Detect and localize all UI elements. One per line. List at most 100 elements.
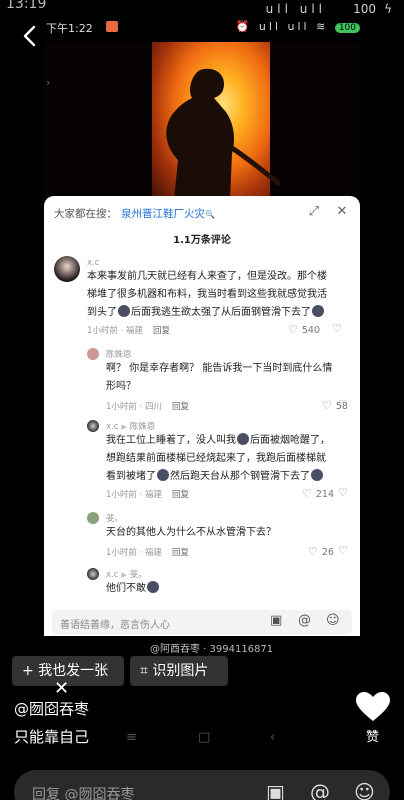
status-time: 13:19 [6,0,47,12]
trending-search[interactable]: 大家都在搜： 泉州晋江鞋厂火灾🔍 [54,206,215,221]
like-number: 214 [315,489,335,500]
reply-button[interactable]: 回复 [172,548,189,558]
like-count[interactable]: ♡ 214 [302,487,334,500]
inner-signal-icons: ⏰ ull ull ≋ [235,20,329,33]
reply-button[interactable]: 回复 [172,490,189,500]
like-label[interactable]: 赞 [366,726,379,745]
firefighter-silhouette [166,68,280,200]
at-mention-icon[interactable]: @ [310,780,330,800]
heart-outline-icon: ♡ [302,487,312,500]
reply-username: x.c [106,422,119,432]
like-number: 26 [321,547,334,558]
comment-text: 天台的其他人为什么不从水管滑下去？ [106,524,346,542]
emoji-icon [237,433,249,445]
comment-time-location: 1小时前 · 福建 [106,490,163,500]
comment-time-location: 1小时前 · 四川 [106,402,163,412]
comment-line: 我在工位上睡着了，没人叫我 后面被烟呛醒了， [106,432,354,450]
input-placeholder: 善语结善缘，恶言伤人心 [60,620,170,631]
reply-button[interactable]: 回复 [172,402,189,412]
trending-prefix: 大家都在搜： [54,208,117,220]
reply-target: 陈姝恩 [129,422,156,432]
like-number: 540 [301,325,321,336]
emoji-icon [311,469,323,481]
post-caption: 只能靠自己 [14,728,90,746]
comment-text: 啊？ 你是幸存者啊？ 能告诉我一下当时到底什么情 形吗？ [106,360,346,396]
charging-icon: ϟ [384,2,392,16]
identify-image-button[interactable]: ⌗ 识别图片 [130,656,228,686]
comment-text: 我在工位上睡着了，没人叫我 后面被烟呛醒了， 想跑结果前面楼梯已经烧起来了，我跑后… [106,432,354,486]
comment-line: 形吗？ [106,381,136,392]
comment-line-part: 然后跑天台从那个钢管滑下去了 [170,471,310,482]
at-mention-icon[interactable]: @ [298,613,311,628]
camera-app-icon [106,21,118,32]
close-icon[interactable]: ✕ [334,204,350,220]
like-heart-icon[interactable] [356,692,390,722]
comment-text: 本来事发前几天就已经有人来查了，但是没改。那个楼 梯堆了很多机器和布料，我当时看… [87,268,353,322]
watermark: @阿酉吞枣 · 3994116871 [150,644,274,655]
like-count[interactable]: ♡ 26 [308,545,334,558]
reply-button[interactable]: 回复 [153,326,170,336]
comment-count: 1.1万条评论 [173,235,231,246]
comment-username[interactable]: 斐。 [106,512,123,524]
emoji-icon [118,305,130,317]
expand-icon[interactable]: ⤢ [306,204,322,220]
comment-line-part: 到头了 [87,307,117,318]
comment-username[interactable]: x.c ▶ 斐。 [106,568,147,580]
inner-status-icons: ⏰ ull ull ≋ 100 [236,20,360,33]
emoji-icon [147,581,159,593]
nav-home-icon: □ [198,730,211,745]
comment-username[interactable]: x.c [87,258,99,268]
avatar[interactable] [87,348,99,360]
search-icon: 🔍 [205,210,215,219]
like-count[interactable]: ♡ 540 [288,323,320,336]
image-icon[interactable]: ▣ [270,613,282,628]
trending-keyword[interactable]: 泉州晋江鞋厂火灾 [121,208,205,220]
reply-input[interactable]: 回复 @囫囵吞枣 ▣ @ ☺ [14,770,390,800]
comment-line-part: 后面被烟呛醒了， [250,435,330,446]
inner-battery-badge: 100 [334,23,360,33]
comment-line-part: 我在工位上睡着了，没人叫我 [106,435,236,446]
emoji-smile-icon[interactable]: ☺ [354,780,375,800]
avatar[interactable] [87,568,99,580]
avatar[interactable] [54,256,80,282]
reply-arrow-icon: ▶ [121,571,127,579]
image-icon[interactable]: ▣ [266,780,285,800]
heart-outline-icon: ♡ [288,323,298,336]
comment-line: 梯堆了很多机器和布料，我当时看到这些我就感觉我活 [87,289,327,300]
reply-arrow-icon: ▶ [121,423,127,431]
reply-target: 斐。 [129,570,147,580]
comment-text: 他们不敢 [106,580,346,598]
dislike-icon[interactable]: ♡ [332,322,342,335]
inner-status-time: 下午1:22 [46,22,93,35]
scan-icon: ⌗ [140,663,148,679]
comment-line-part: 他们不敢 [106,583,146,594]
comment-time-location: 1小时前 · 福建 [87,326,144,336]
side-chevron-icon: › [46,76,51,89]
emoji-icon [157,469,169,481]
avatar[interactable] [87,420,99,432]
avatar[interactable] [87,512,99,524]
emoji-smile-icon[interactable]: ☺ [326,613,340,628]
emoji-icon [312,305,324,317]
close-icon[interactable]: ✕ [54,678,69,699]
back-arrow-icon[interactable] [18,24,42,48]
heart-outline-icon: ♡ [322,399,332,412]
dislike-icon[interactable]: ♡ [338,398,348,411]
comment-line: 看到被堵了 然后跑天台从那个钢管滑下去了 [106,468,354,486]
heart-outline-icon: ♡ [308,545,318,558]
dislike-icon[interactable]: ♡ [338,544,348,557]
comment-line: 到头了 后面我逃生欲太强了从后面钢管滑下去了 [87,304,353,322]
comment-username[interactable]: 陈姝恩 [106,348,132,360]
inner-comment-input[interactable]: 善语结善缘，恶言伤人心 ▣ @ ☺ [52,610,352,634]
post-author[interactable]: @囫囵吞枣 [14,698,89,719]
dislike-icon[interactable]: ♡ [338,486,348,499]
reply-username: x.c [106,570,119,580]
comment-username[interactable]: x.c ▶ 陈姝恩 [106,420,155,432]
post-one-label: 我也发一张 [38,663,109,679]
fire-video-frame[interactable]: › [44,42,360,200]
nav-back-icon: ‹ [270,730,276,745]
comment-line: 天台的其他人为什么不从水管滑下去？ [106,527,276,538]
plus-icon: + [22,663,34,679]
comment-meta: 1小时前 · 福建 回复 [106,488,189,500]
comment-time-location: 1小时前 · 福建 [106,548,163,558]
